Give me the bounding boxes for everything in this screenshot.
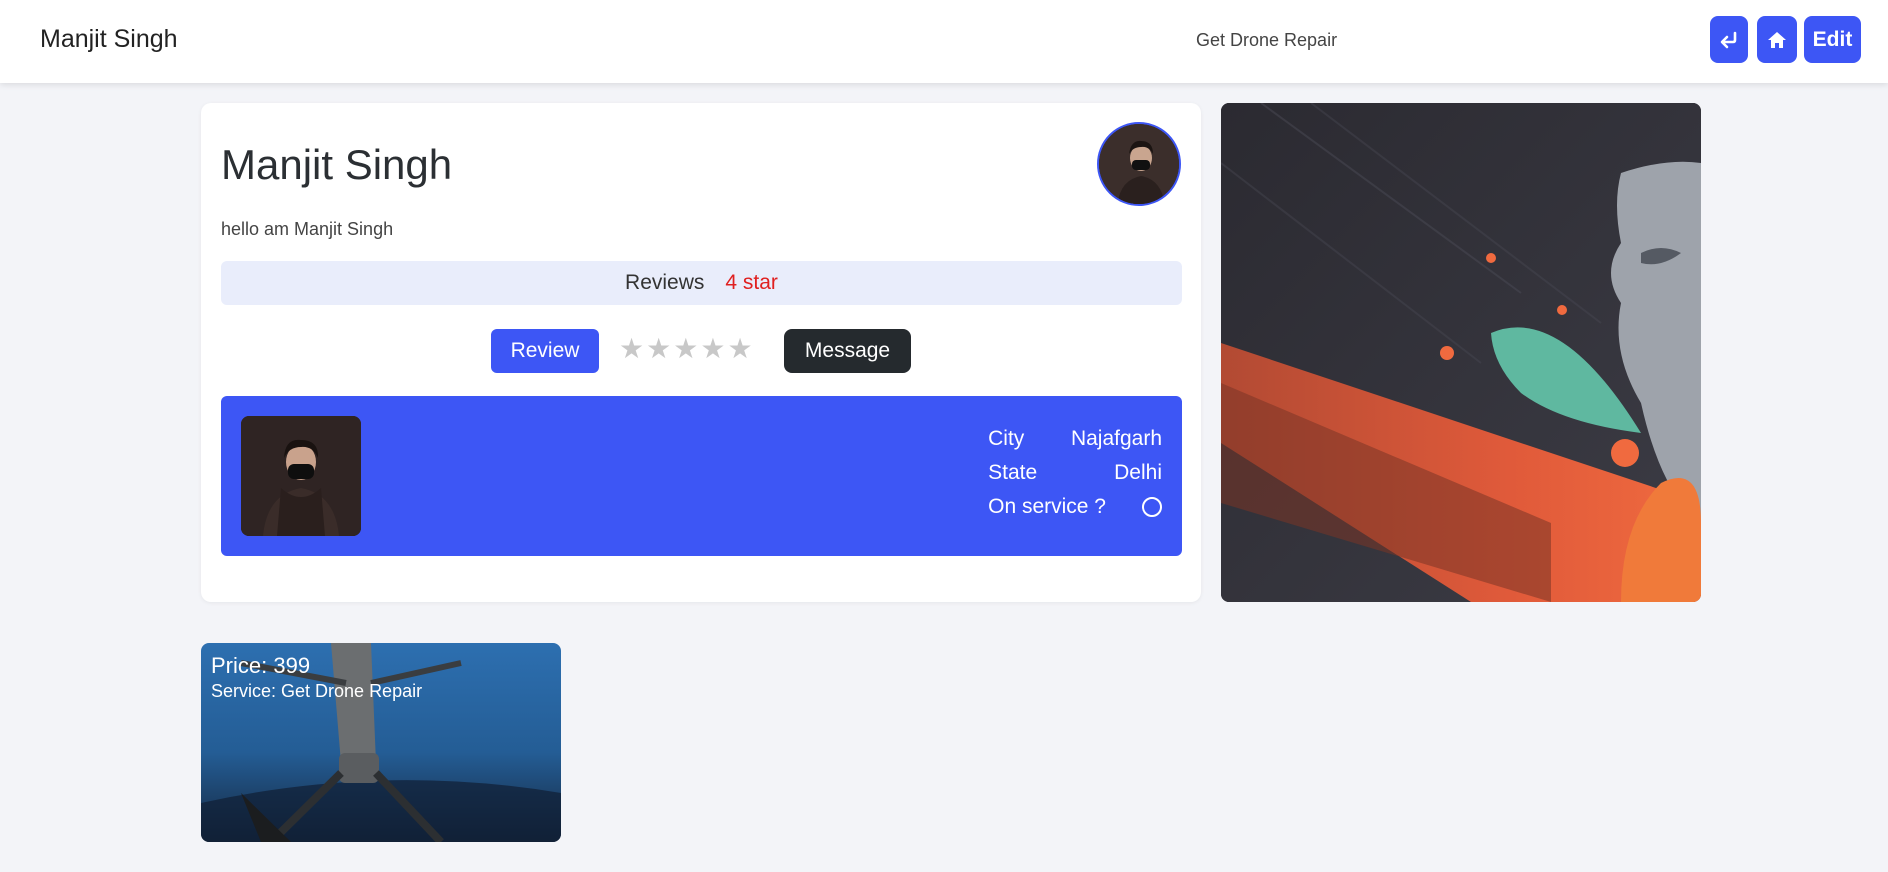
artwork-image	[1221, 103, 1701, 602]
state-value: Delhi	[1114, 461, 1162, 484]
on-service-radio[interactable]	[1142, 497, 1162, 517]
city-row: City Najafgarh	[988, 422, 1162, 456]
service-name: Service: Get Drone Repair	[211, 681, 423, 701]
review-button[interactable]: Review	[491, 329, 599, 373]
service-text: Price: 399 Service: Get Drone Repair	[211, 653, 422, 702]
avatar[interactable]	[1097, 122, 1181, 206]
reviews-label: Reviews	[625, 271, 705, 294]
home-button[interactable]	[1757, 16, 1797, 63]
info-panel: City Najafgarh State Delhi On service ?	[221, 396, 1182, 556]
profile-name: Manjit Singh	[221, 141, 453, 188]
return-arrow-icon	[1720, 31, 1737, 48]
star-icon[interactable]: ★	[700, 332, 725, 366]
service-card[interactable]: Price: 399 Service: Get Drone Repair	[201, 643, 561, 842]
on-service-label: On service ?	[988, 495, 1106, 518]
state-label: State	[988, 461, 1038, 484]
top-navbar: Manjit Singh Get Drone Repair Edit	[0, 0, 1888, 83]
bio-text: hello am Manjit Singh	[221, 219, 394, 239]
reviews-bar: Reviews 4 star	[221, 261, 1182, 305]
abstract-face-illustration	[1221, 103, 1701, 602]
message-button[interactable]: Message	[784, 329, 911, 373]
home-icon	[1768, 31, 1786, 48]
on-service-row: On service ?	[988, 490, 1162, 524]
profile-photo	[241, 416, 361, 536]
state-row: State Delhi	[988, 456, 1162, 490]
star-icon[interactable]: ★	[673, 332, 698, 366]
profile-card: Manjit Singh hello am Manjit Singh Revie…	[201, 103, 1201, 602]
edit-button[interactable]: Edit	[1804, 16, 1861, 63]
star-icon[interactable]: ★	[646, 332, 671, 366]
nav-service-title: Get Drone Repair	[1196, 30, 1338, 50]
reviews-value: 4 star	[725, 271, 778, 294]
avatar-photo	[1099, 124, 1179, 204]
back-button[interactable]	[1710, 16, 1748, 63]
city-value: Najafgarh	[1070, 427, 1162, 450]
star-icon[interactable]: ★	[727, 332, 752, 366]
profile-photo-image	[241, 416, 361, 536]
service-price: Price: 399	[211, 653, 311, 678]
star-rating[interactable]: ★ ★ ★ ★ ★	[619, 332, 753, 366]
star-icon[interactable]: ★	[619, 332, 644, 366]
info-details: City Najafgarh State Delhi On service ?	[988, 422, 1162, 524]
city-label: City	[988, 427, 1025, 450]
brand-name[interactable]: Manjit Singh	[40, 25, 178, 54]
